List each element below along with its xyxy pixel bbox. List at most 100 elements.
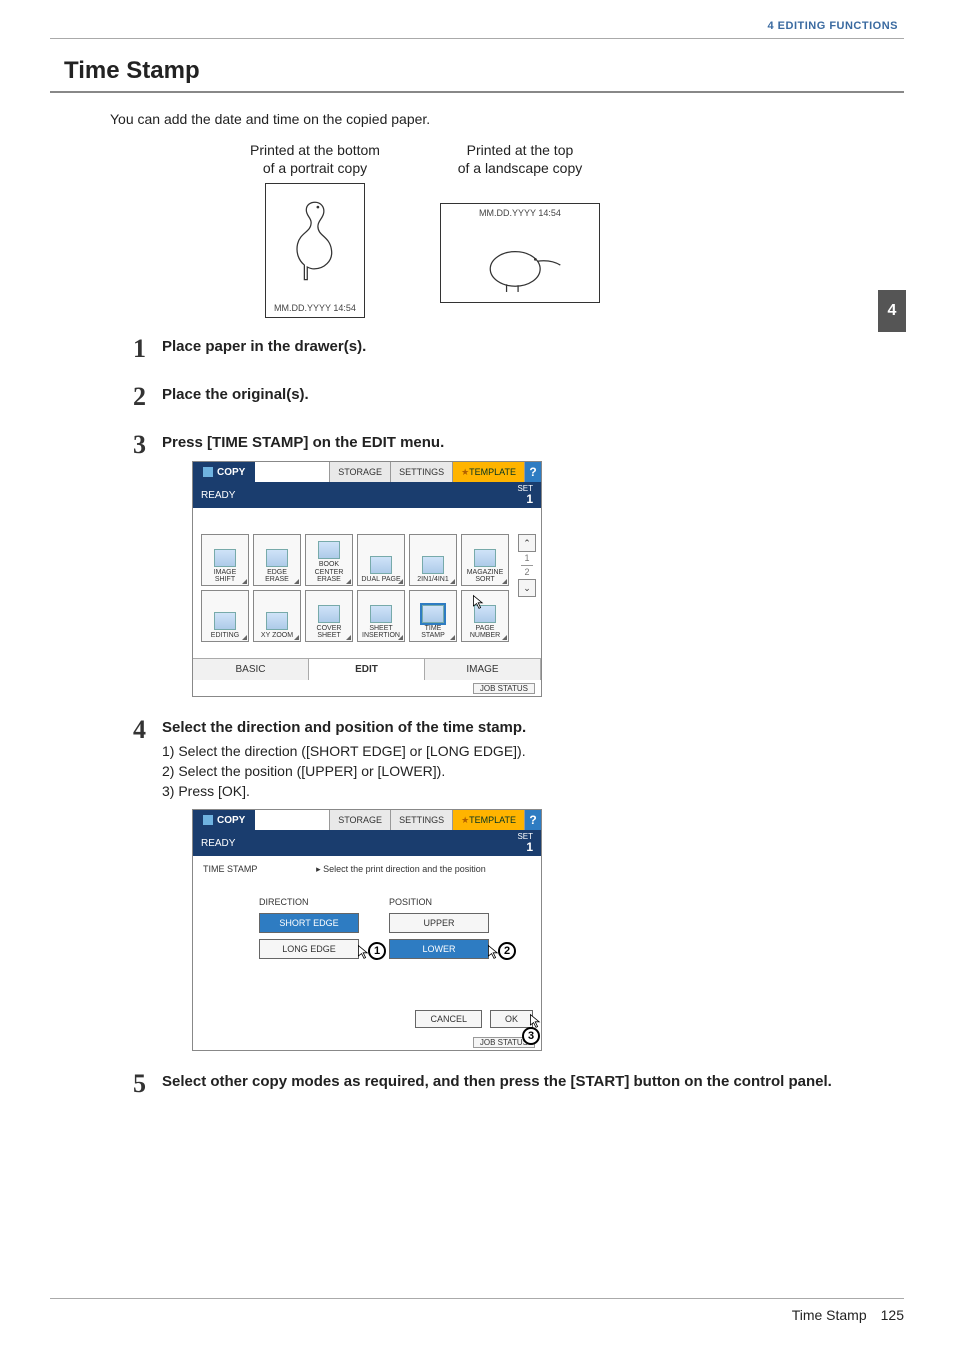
step-4-title: Select the direction and position of the… <box>162 717 904 738</box>
magazine-sort-button[interactable]: MAGAZINE SORT <box>461 534 509 586</box>
ok-button[interactable]: OK 3 <box>490 1010 533 1028</box>
book-center-erase-button[interactable]: BOOK CENTER ERASE <box>305 534 353 586</box>
step-number: 2 <box>124 384 146 410</box>
flamingo-icon <box>286 190 344 286</box>
screen-titlebar: COPY STORAGE SETTINGS ★TEMPLATE ? <box>193 810 541 830</box>
magazine-sort-icon <box>474 549 496 567</box>
caption-line: Printed at the bottom <box>250 142 380 158</box>
status-text: READY <box>201 490 235 501</box>
edit-grid: IMAGE SHIFT EDGE ERASE BOOK CENTER ERASE… <box>201 534 511 642</box>
dialog-hint: ▸ Select the print direction and the pos… <box>316 864 486 874</box>
settings-tab[interactable]: SETTINGS <box>390 810 452 830</box>
callout-2: 2 <box>498 942 516 960</box>
status-text: READY <box>201 838 235 849</box>
step-number: 3 <box>124 432 146 458</box>
intro-text: You can add the date and time on the cop… <box>110 111 904 127</box>
cancel-button[interactable]: CANCEL <box>415 1010 482 1028</box>
screen-body: TIME STAMP ▸ Select the print direction … <box>193 856 541 1034</box>
step-3: 3 Press [TIME STAMP] on the EDIT menu. C… <box>124 432 904 697</box>
job-status-button[interactable]: JOB STATUS <box>473 683 535 694</box>
book-center-erase-icon <box>318 541 340 559</box>
figure-portrait: Printed at the bottom of a portrait copy… <box>250 141 380 318</box>
cover-sheet-button[interactable]: COVER SHEET <box>305 590 353 642</box>
footer-title: Time Stamp <box>792 1307 867 1323</box>
dialog-buttons: CANCEL OK 3 <box>193 1006 541 1034</box>
step-5: 5 Select other copy modes as required, a… <box>124 1071 904 1097</box>
caption-line: of a landscape copy <box>458 160 583 176</box>
template-tab[interactable]: ★TEMPLATE <box>452 462 524 482</box>
caption-line: of a portrait copy <box>263 160 367 176</box>
direction-group: DIRECTION SHORT EDGE LONG EDGE 1 <box>259 897 359 959</box>
copy-icon <box>203 467 213 477</box>
image-shift-icon <box>214 549 236 567</box>
figures-row: Printed at the bottom of a portrait copy… <box>250 141 904 318</box>
step-1: 1 Place paper in the drawer(s). <box>124 336 904 362</box>
template-tab[interactable]: ★TEMPLATE <box>452 810 524 830</box>
page-title: Time Stamp <box>64 57 904 85</box>
settings-tab[interactable]: SETTINGS <box>390 462 452 482</box>
edge-erase-button[interactable]: EDGE ERASE <box>253 534 301 586</box>
xy-zoom-icon <box>266 612 288 630</box>
landscape-preview: MM.DD.YYYY 14:54 <box>440 203 600 303</box>
edit-tab[interactable]: EDIT <box>309 658 425 680</box>
step-number: 4 <box>124 717 146 743</box>
step-4-sublist: 1) Select the direction ([SHORT EDGE] or… <box>162 742 904 801</box>
basic-tab[interactable]: BASIC <box>193 658 309 680</box>
image-shift-button[interactable]: IMAGE SHIFT <box>201 534 249 586</box>
2in1-4in1-button[interactable]: 2IN1/4IN1 <box>409 534 457 586</box>
time-stamp-dialog-screen: COPY STORAGE SETTINGS ★TEMPLATE ? READY … <box>192 809 542 1051</box>
time-stamp-button[interactable]: TIME STAMP <box>409 590 457 642</box>
scroll-up-button[interactable]: ⌃ <box>518 534 536 552</box>
cover-sheet-icon <box>318 605 340 623</box>
screen-titlebar: COPY STORAGE SETTINGS ★TEMPLATE ? <box>193 462 541 482</box>
storage-tab[interactable]: STORAGE <box>329 462 390 482</box>
edit-menu-screen: COPY STORAGE SETTINGS ★TEMPLATE ? READY … <box>192 461 542 697</box>
dual-page-icon <box>370 556 392 574</box>
position-label: POSITION <box>389 897 489 907</box>
direction-label: DIRECTION <box>259 897 359 907</box>
substep-1: 1) Select the direction ([SHORT EDGE] or… <box>162 742 904 762</box>
chapter-header: 4 EDITING FUNCTIONS <box>50 20 904 32</box>
page-footer: Time Stamp 125 <box>50 1298 904 1323</box>
step-5-title: Select other copy modes as required, and… <box>162 1071 904 1092</box>
long-edge-button[interactable]: LONG EDGE 1 <box>259 939 359 959</box>
kiwi-icon <box>472 238 568 296</box>
image-tab[interactable]: IMAGE <box>425 658 541 680</box>
sheet-insertion-button[interactable]: SHEET INSERTION <box>357 590 405 642</box>
substep-3: 3) Press [OK]. <box>162 782 904 802</box>
set-counter: SET1 <box>517 833 533 853</box>
status-bar: READY SET1 <box>193 830 541 856</box>
step-3-title: Press [TIME STAMP] on the EDIT menu. <box>162 432 904 453</box>
help-button[interactable]: ? <box>524 462 541 482</box>
time-stamp-icon <box>422 605 444 623</box>
figure-landscape: Printed at the top of a landscape copy M… <box>440 141 600 318</box>
step-4: 4 Select the direction and position of t… <box>124 717 904 1051</box>
footer-page-number: 125 <box>881 1307 904 1323</box>
storage-tab[interactable]: STORAGE <box>329 810 390 830</box>
mode-label: COPY <box>217 815 245 826</box>
lower-button[interactable]: LOWER 2 <box>389 939 489 959</box>
editing-icon <box>214 612 236 630</box>
header-rule <box>50 38 904 39</box>
substep-2: 2) Select the position ([UPPER] or [LOWE… <box>162 762 904 782</box>
edge-erase-icon <box>266 549 288 567</box>
help-button[interactable]: ? <box>524 810 541 830</box>
xy-zoom-button[interactable]: XY ZOOM <box>253 590 301 642</box>
step-number: 5 <box>124 1071 146 1097</box>
portrait-preview: MM.DD.YYYY 14:54 <box>265 183 365 318</box>
status-bar: READY SET1 <box>193 482 541 508</box>
step-2: 2 Place the original(s). <box>124 384 904 410</box>
mode-label: COPY <box>217 467 245 478</box>
portrait-timestamp: MM.DD.YYYY 14:54 <box>274 303 356 313</box>
scroll-down-button[interactable]: ⌄ <box>518 579 536 597</box>
dual-page-button[interactable]: DUAL PAGE <box>357 534 405 586</box>
step-1-title: Place paper in the drawer(s). <box>162 336 904 357</box>
editing-button[interactable]: EDITING <box>201 590 249 642</box>
pointer-icon <box>471 594 487 610</box>
screen-body: IMAGE SHIFT EDGE ERASE BOOK CENTER ERASE… <box>193 508 541 658</box>
upper-button[interactable]: UPPER <box>389 913 489 933</box>
short-edge-button[interactable]: SHORT EDGE <box>259 913 359 933</box>
mode-badge: COPY <box>193 462 255 482</box>
scroll-control: ⌃ 1 2 ⌄ <box>517 534 537 597</box>
mode-badge: COPY <box>193 810 255 830</box>
